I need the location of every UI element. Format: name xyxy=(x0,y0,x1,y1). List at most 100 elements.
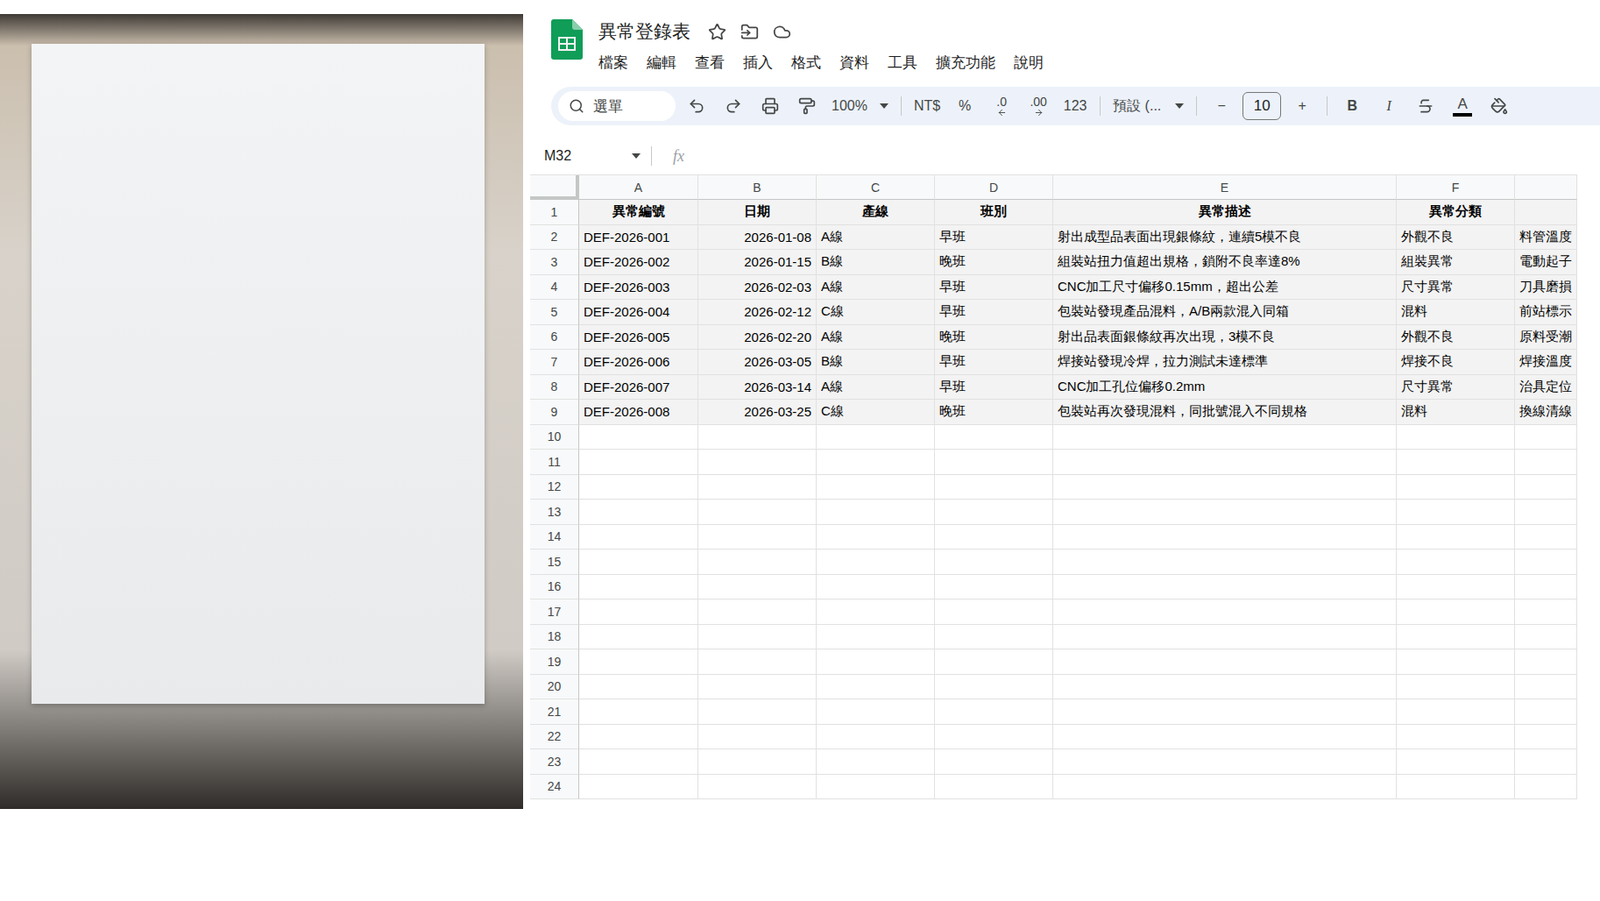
table-cell[interactable] xyxy=(816,574,935,601)
table-cell[interactable] xyxy=(934,649,1054,675)
table-cell[interactable] xyxy=(698,599,817,625)
column-header[interactable]: F xyxy=(1396,175,1516,200)
table-cell[interactable] xyxy=(698,474,817,501)
table-cell[interactable] xyxy=(1515,199,1578,226)
table-cell[interactable] xyxy=(1396,574,1516,601)
row-number[interactable]: 5 xyxy=(530,299,580,326)
table-cell[interactable]: A線 xyxy=(816,375,935,401)
table-cell[interactable] xyxy=(934,499,1054,525)
table-cell[interactable] xyxy=(698,624,817,651)
table-cell[interactable] xyxy=(579,699,699,725)
paint-format-button[interactable] xyxy=(791,92,823,121)
table-cell[interactable]: 外觀不良 xyxy=(1396,325,1516,351)
row-number[interactable]: 11 xyxy=(530,449,580,475)
table-cell[interactable]: 混料 xyxy=(1396,399,1516,425)
table-cell[interactable] xyxy=(1396,724,1516,751)
table-cell[interactable] xyxy=(934,474,1054,501)
table-cell[interactable] xyxy=(934,624,1054,651)
row-number[interactable]: 19 xyxy=(530,649,580,675)
table-cell[interactable] xyxy=(579,499,699,525)
sheets-logo-icon[interactable] xyxy=(551,19,583,60)
table-cell[interactable]: 尺寸異常 xyxy=(1396,375,1516,401)
table-cell[interactable] xyxy=(816,649,935,675)
menu-item[interactable]: 說明 xyxy=(1013,50,1044,75)
table-cell[interactable]: 2026-01-08 xyxy=(698,225,817,251)
table-cell[interactable]: 2026-03-25 xyxy=(698,399,817,425)
table-cell[interactable] xyxy=(698,549,817,575)
table-cell[interactable] xyxy=(1515,474,1578,501)
table-cell[interactable] xyxy=(1053,724,1397,751)
table-cell[interactable] xyxy=(579,474,699,501)
row-number[interactable]: 18 xyxy=(530,624,580,651)
column-header[interactable]: C xyxy=(816,175,935,200)
table-cell[interactable]: DEF-2026-005 xyxy=(579,325,699,351)
row-number[interactable]: 20 xyxy=(530,674,580,701)
table-cell[interactable]: 日期 xyxy=(698,199,817,226)
table-cell[interactable] xyxy=(1396,624,1516,651)
table-cell[interactable] xyxy=(1515,624,1578,651)
table-cell[interactable] xyxy=(1396,499,1516,525)
table-cell[interactable]: 料管溫度 xyxy=(1515,225,1578,251)
table-cell[interactable] xyxy=(1396,524,1516,551)
table-cell[interactable] xyxy=(816,624,935,651)
table-cell[interactable] xyxy=(579,774,699,800)
table-cell[interactable] xyxy=(1053,424,1397,451)
table-cell[interactable] xyxy=(816,674,935,701)
undo-button[interactable] xyxy=(680,92,713,121)
menu-item[interactable]: 檔案 xyxy=(598,50,629,75)
row-number[interactable]: 24 xyxy=(530,774,580,800)
table-cell[interactable]: 早班 xyxy=(934,375,1054,401)
fill-color-button[interactable] xyxy=(1483,92,1516,121)
text-color-button[interactable]: A xyxy=(1446,92,1479,121)
table-cell[interactable] xyxy=(1396,599,1516,625)
table-cell[interactable] xyxy=(698,649,817,675)
strikethrough-button[interactable] xyxy=(1409,92,1442,121)
table-cell[interactable] xyxy=(1515,599,1578,625)
table-cell[interactable] xyxy=(816,549,935,575)
menu-item[interactable]: 插入 xyxy=(743,50,773,75)
table-cell[interactable]: 包裝站再次發現混料，同批號混入不同規格 xyxy=(1053,399,1397,425)
table-cell[interactable] xyxy=(1515,774,1578,800)
table-cell[interactable] xyxy=(579,449,699,475)
table-cell[interactable]: 外觀不良 xyxy=(1396,225,1516,251)
row-number[interactable]: 17 xyxy=(530,599,580,625)
column-header[interactable]: B xyxy=(698,175,817,200)
table-cell[interactable] xyxy=(698,574,817,601)
table-cell[interactable] xyxy=(1053,599,1397,625)
table-cell[interactable] xyxy=(816,749,935,775)
select-all-corner[interactable] xyxy=(530,175,580,200)
column-header[interactable]: E xyxy=(1053,175,1397,200)
number-format-button[interactable]: .00 xyxy=(1022,92,1055,121)
row-number[interactable]: 22 xyxy=(530,724,580,751)
table-cell[interactable] xyxy=(1053,524,1397,551)
table-cell[interactable] xyxy=(934,549,1054,575)
table-cell[interactable]: 2026-02-20 xyxy=(698,325,817,351)
table-cell[interactable]: 射出品表面銀條紋再次出現，3模不良 xyxy=(1053,325,1397,351)
table-cell[interactable]: 尺寸異常 xyxy=(1396,275,1516,301)
table-cell[interactable]: 晚班 xyxy=(934,325,1054,351)
table-cell[interactable] xyxy=(579,749,699,775)
number-format-button[interactable]: NT$ xyxy=(910,92,944,121)
table-cell[interactable] xyxy=(1515,499,1578,525)
row-number[interactable]: 14 xyxy=(530,524,580,551)
row-number[interactable]: 13 xyxy=(530,499,580,525)
table-cell[interactable] xyxy=(1396,674,1516,701)
table-cell[interactable] xyxy=(1515,524,1578,551)
table-cell[interactable] xyxy=(1515,724,1578,751)
table-cell[interactable]: A線 xyxy=(816,225,935,251)
table-cell[interactable]: C線 xyxy=(816,399,935,425)
table-cell[interactable] xyxy=(934,749,1054,775)
row-number[interactable]: 16 xyxy=(530,574,580,601)
number-format-button[interactable]: 123 xyxy=(1059,92,1091,121)
table-cell[interactable] xyxy=(698,774,817,800)
name-box[interactable]: M32 xyxy=(544,148,648,164)
table-cell[interactable] xyxy=(1515,449,1578,475)
table-cell[interactable] xyxy=(579,574,699,601)
row-number[interactable]: 12 xyxy=(530,474,580,501)
table-cell[interactable] xyxy=(934,699,1054,725)
table-cell[interactable]: DEF-2026-007 xyxy=(579,375,699,401)
table-cell[interactable]: 2026-02-12 xyxy=(698,299,817,326)
table-cell[interactable] xyxy=(579,424,699,451)
table-cell[interactable] xyxy=(1053,574,1397,601)
row-number[interactable]: 6 xyxy=(530,325,580,351)
